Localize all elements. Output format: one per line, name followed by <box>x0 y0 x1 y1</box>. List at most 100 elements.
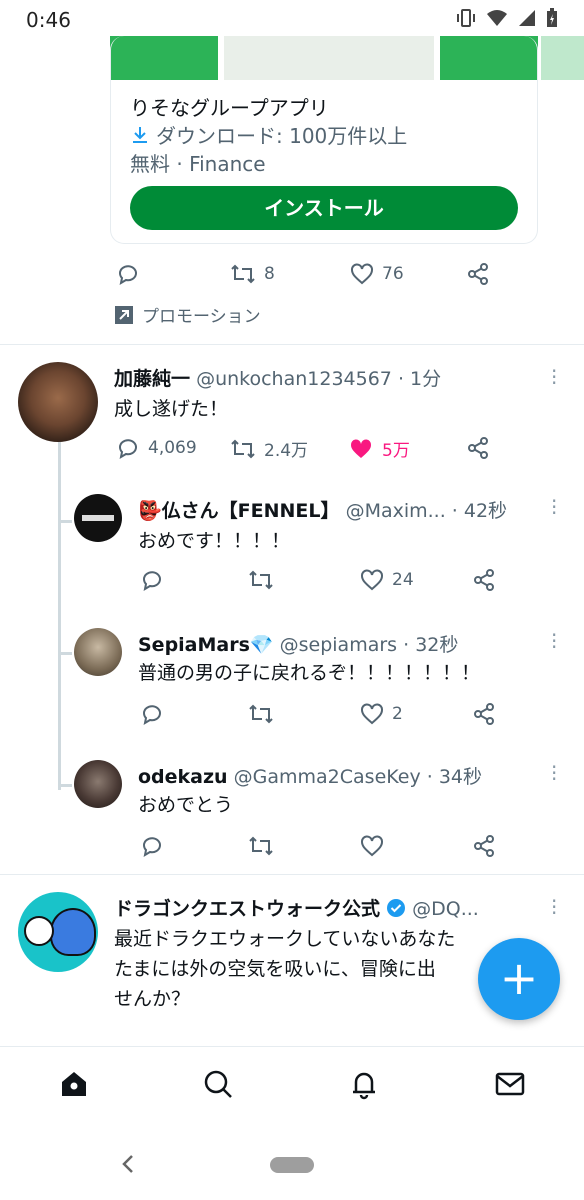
tweet-text: 最近ドラクエウォークしていないあなた たまには外の空気を吸いに、冒険に出 せんか… <box>114 924 534 1014</box>
retweet-icon <box>249 570 273 590</box>
like-count: 2 <box>392 704 403 724</box>
like-icon <box>361 703 383 725</box>
promo-app-screenshot-next[interactable] <box>541 36 584 80</box>
tweet-text: おめです！！！！ <box>138 530 291 552</box>
retweet-button[interactable]: 8 <box>230 262 275 286</box>
share-icon <box>474 703 494 725</box>
like-count: 76 <box>382 264 404 284</box>
reply-icon <box>143 837 161 858</box>
user-handle[interactable]: @Maxim... <box>346 500 446 522</box>
promoted-text: プロモーション <box>142 307 261 327</box>
like-icon <box>350 438 372 458</box>
divider <box>0 874 584 875</box>
reply-button[interactable] <box>140 702 164 726</box>
like-button[interactable]: 5万 <box>348 436 410 461</box>
tweet-text: 普通の男の子に戻れるぞ！！！！！！！ <box>138 662 481 684</box>
avatar[interactable] <box>18 892 98 972</box>
like-count: 24 <box>392 570 414 590</box>
thread-line <box>58 440 61 790</box>
tweet-time: · 34秒 <box>426 766 483 788</box>
like-icon <box>361 569 383 591</box>
compose-button[interactable]: + <box>478 938 560 1020</box>
reply-count: 4,069 <box>148 438 197 458</box>
nav-home[interactable] <box>58 1068 90 1104</box>
retweet-button[interactable] <box>248 834 274 858</box>
divider <box>0 344 584 345</box>
user-handle[interactable]: @unkochan1234567 <box>196 368 392 390</box>
promoted-icon <box>115 305 133 324</box>
like-count: 5万 <box>382 441 410 461</box>
share-button[interactable] <box>466 262 490 286</box>
reply-button[interactable]: 4,069 <box>116 436 197 460</box>
thread-branch <box>58 784 72 787</box>
like-button[interactable] <box>360 834 384 858</box>
vibrate-icon <box>457 9 475 27</box>
reply-icon <box>119 439 137 460</box>
reply-button[interactable] <box>140 834 164 858</box>
avatar[interactable] <box>74 494 122 542</box>
tweet-time: · 32秒 <box>403 634 459 656</box>
retweet-button[interactable]: 2.4万 <box>230 436 308 461</box>
tweet-time: · 1分 <box>397 368 442 390</box>
install-button[interactable]: インストール <box>130 186 518 230</box>
status-time: 0:46 <box>26 8 71 32</box>
retweet-count: 2.4万 <box>264 441 309 461</box>
signal-icon <box>519 10 535 26</box>
share-button[interactable] <box>466 436 490 460</box>
bell-icon <box>353 1072 375 1100</box>
reply-icon <box>143 571 161 592</box>
share-icon <box>474 569 494 591</box>
avatar[interactable] <box>74 628 122 676</box>
reply-button[interactable] <box>140 568 164 592</box>
tweet-text-line: 最近ドラクエウォークしていないあなた <box>114 928 456 950</box>
battery-icon <box>547 8 557 27</box>
share-button[interactable] <box>472 702 496 726</box>
share-button[interactable] <box>472 568 496 592</box>
like-button[interactable]: 24 <box>360 568 414 592</box>
more-icon[interactable]: · · · <box>551 491 557 523</box>
back-icon[interactable] <box>120 1154 136 1174</box>
app-category: 無料 · Finance <box>130 152 266 176</box>
user-name[interactable]: 加藤純一 <box>114 368 190 390</box>
like-button[interactable]: 2 <box>360 702 403 726</box>
tweet-header: 👺仏さん【FENNEL】 @Maxim... · 42秒 <box>138 496 507 523</box>
retweet-icon <box>249 836 273 856</box>
more-icon[interactable]: · · · <box>551 361 557 393</box>
more-icon[interactable]: · · · <box>551 757 557 789</box>
thread-branch <box>58 520 72 523</box>
tweet-header: SepiaMars💎 @sepiamars · 32秒 <box>138 630 458 657</box>
retweet-icon <box>231 439 255 458</box>
user-handle[interactable]: @Gamma2CaseKey <box>234 766 421 788</box>
user-name[interactable]: SepiaMars💎 <box>138 634 274 656</box>
share-button[interactable] <box>472 834 496 858</box>
retweet-count: 8 <box>264 264 275 284</box>
tweet-header: ドラゴンクエストウォーク公式 @DQ... <box>114 894 479 921</box>
more-icon[interactable]: · · · <box>551 891 557 923</box>
tweet-text: 成し遂げた！ <box>114 398 229 420</box>
home-pill[interactable] <box>270 1157 314 1173</box>
verified-icon <box>387 899 406 917</box>
user-handle[interactable]: @sepiamars <box>280 634 397 656</box>
downloads-text: ダウンロード: 100万件以上 <box>156 124 408 148</box>
nav-notifications[interactable] <box>348 1068 380 1104</box>
system-nav-bar <box>0 1130 584 1200</box>
promoted-label[interactable]: プロモーション <box>114 302 261 327</box>
user-handle[interactable]: @DQ... <box>412 898 479 920</box>
more-icon[interactable]: · · · <box>551 625 557 657</box>
user-name[interactable]: ドラゴンクエストウォーク公式 <box>114 898 380 920</box>
nav-search[interactable] <box>202 1068 234 1104</box>
share-icon <box>468 263 488 285</box>
user-name[interactable]: odekazu <box>138 766 228 788</box>
user-name[interactable]: 👺仏さん【FENNEL】 <box>138 500 340 522</box>
avatar[interactable] <box>74 760 122 808</box>
nav-messages[interactable] <box>494 1068 526 1104</box>
reply-button[interactable] <box>116 262 140 286</box>
like-icon <box>351 263 373 285</box>
avatar[interactable] <box>18 362 98 442</box>
retweet-button[interactable] <box>248 702 274 726</box>
like-button[interactable]: 76 <box>350 262 404 286</box>
retweet-button[interactable] <box>248 568 274 592</box>
like-icon <box>361 835 383 857</box>
thread-branch <box>58 652 72 655</box>
share-icon <box>474 835 494 857</box>
